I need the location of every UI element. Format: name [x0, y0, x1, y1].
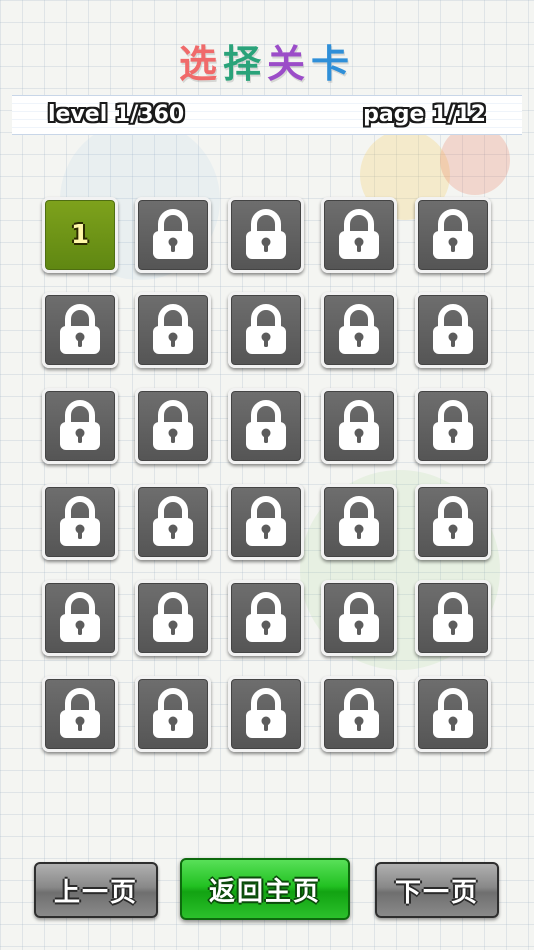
- level-tile-locked[interactable]: [228, 197, 304, 273]
- level-tile-locked[interactable]: [415, 580, 491, 656]
- lock-icon: [243, 400, 289, 452]
- level-tile-locked[interactable]: [228, 388, 304, 464]
- lock-icon: [243, 688, 289, 740]
- lock-icon: [243, 592, 289, 644]
- lock-icon: [150, 592, 196, 644]
- lock-icon: [150, 209, 196, 261]
- level-tile-unlocked[interactable]: 1: [42, 197, 118, 273]
- lock-icon: [57, 592, 103, 644]
- level-tile-locked[interactable]: [42, 292, 118, 368]
- level-tile-locked[interactable]: [135, 197, 211, 273]
- level-tile-locked[interactable]: [135, 484, 211, 560]
- level-tile-locked[interactable]: [228, 676, 304, 752]
- lock-icon: [336, 688, 382, 740]
- level-grid: 1: [0, 0, 534, 950]
- level-tile-locked[interactable]: [415, 676, 491, 752]
- lock-icon: [243, 209, 289, 261]
- level-tile-locked[interactable]: [321, 197, 397, 273]
- level-tile-locked[interactable]: [135, 676, 211, 752]
- level-tile-locked[interactable]: [42, 484, 118, 560]
- level-tile-locked[interactable]: [321, 292, 397, 368]
- lock-icon: [150, 496, 196, 548]
- level-number: 1: [70, 220, 90, 250]
- lock-icon: [57, 496, 103, 548]
- level-tile-locked[interactable]: [321, 484, 397, 560]
- level-tile-locked[interactable]: [135, 388, 211, 464]
- level-tile-locked[interactable]: [228, 484, 304, 560]
- level-tile-locked[interactable]: [321, 580, 397, 656]
- next-page-button[interactable]: 下一页: [375, 862, 499, 918]
- level-tile-locked[interactable]: [135, 292, 211, 368]
- level-tile-locked[interactable]: [321, 388, 397, 464]
- level-tile-locked[interactable]: [42, 388, 118, 464]
- lock-icon: [336, 592, 382, 644]
- level-tile-locked[interactable]: [415, 388, 491, 464]
- lock-icon: [57, 400, 103, 452]
- level-tile-locked[interactable]: [321, 676, 397, 752]
- lock-icon: [336, 304, 382, 356]
- level-tile-locked[interactable]: [42, 676, 118, 752]
- lock-icon: [430, 304, 476, 356]
- lock-icon: [243, 304, 289, 356]
- lock-icon: [430, 400, 476, 452]
- lock-icon: [430, 209, 476, 261]
- lock-icon: [150, 688, 196, 740]
- lock-icon: [336, 400, 382, 452]
- lock-icon: [57, 688, 103, 740]
- level-tile-locked[interactable]: [228, 292, 304, 368]
- lock-icon: [150, 400, 196, 452]
- lock-icon: [430, 496, 476, 548]
- lock-icon: [57, 304, 103, 356]
- lock-icon: [430, 688, 476, 740]
- level-tile-locked[interactable]: [415, 484, 491, 560]
- lock-icon: [336, 209, 382, 261]
- level-tile-locked[interactable]: [135, 580, 211, 656]
- level-tile-locked[interactable]: [42, 580, 118, 656]
- home-button[interactable]: 返回主页: [180, 858, 350, 920]
- level-select-screen: { "title": { "chars": ["选", "择", "关", "卡…: [0, 0, 534, 950]
- level-tile-locked[interactable]: [228, 580, 304, 656]
- level-tile-locked[interactable]: [415, 292, 491, 368]
- lock-icon: [430, 592, 476, 644]
- lock-icon: [150, 304, 196, 356]
- prev-page-button[interactable]: 上一页: [34, 862, 158, 918]
- lock-icon: [336, 496, 382, 548]
- level-tile-locked[interactable]: [415, 197, 491, 273]
- lock-icon: [243, 496, 289, 548]
